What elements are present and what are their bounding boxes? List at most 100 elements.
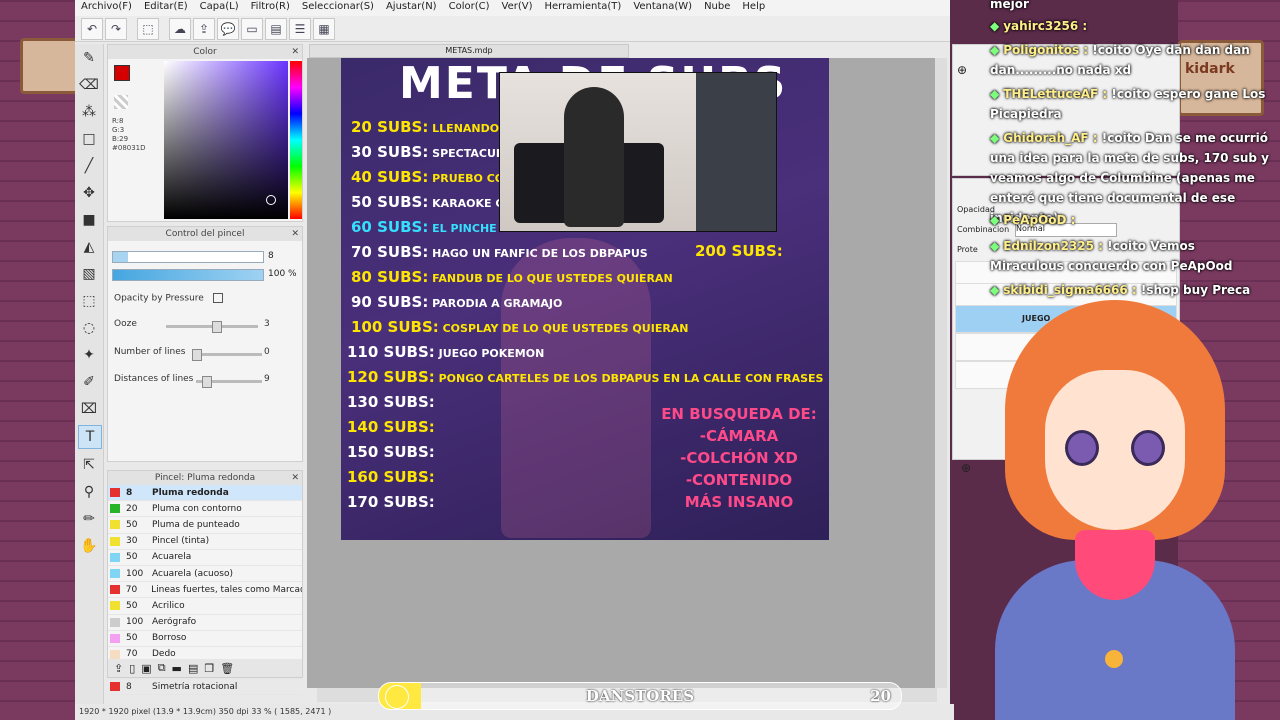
line-tool-icon[interactable]: ╱ (78, 155, 100, 177)
opacity-pressure-checkbox[interactable] (212, 293, 223, 303)
hue-slider[interactable] (290, 61, 302, 219)
menu-item-0[interactable]: Archivo(F) (75, 0, 138, 16)
canvas-area[interactable]: META DE SUBS 20 SUBS: LLENANDO30 SUBS: S… (307, 58, 937, 688)
menu-item-11[interactable]: Help (736, 0, 771, 16)
undo-icon[interactable]: ↶ (81, 17, 103, 40)
goal-key: 100 SUBS: (351, 318, 439, 336)
operation-tool-icon[interactable]: ⇱ (78, 454, 100, 476)
bucket-tool-icon[interactable]: ◭ (78, 236, 100, 258)
color-picker-handle[interactable] (266, 195, 276, 205)
brush-opacity-slider[interactable] (112, 269, 264, 281)
settings-icon[interactable]: ▤ (188, 662, 198, 675)
text-tool-icon[interactable]: T (78, 425, 102, 449)
goal-row: 30 SUBS: SPECTACULA (351, 143, 511, 161)
brush-row[interactable]: 70 Lineas fuertes, tales como Marcad (108, 582, 302, 599)
menu-item-6[interactable]: Color(C) (443, 0, 496, 16)
add-layer-icon[interactable]: ⊕ (961, 461, 971, 475)
dot-tool-icon[interactable]: ⁂ (78, 101, 100, 123)
search-line: -CÁMARA (699, 427, 779, 445)
eraser-tool-icon[interactable]: ⌫ (78, 74, 100, 96)
foreground-swatch[interactable] (114, 65, 130, 81)
lines-knob[interactable] (192, 349, 202, 361)
grid-icon[interactable]: ▦ (313, 17, 335, 40)
goal-text: HAGO UN FANFIC DE LOS DBPAPUS (428, 247, 648, 260)
brush-tool-icon[interactable]: ✏ (78, 508, 100, 530)
sub-goal-label: DANSTORES (585, 687, 695, 705)
list-icon[interactable]: ☰ (289, 17, 311, 40)
sub-goal-count: 20 (870, 687, 891, 705)
ooze-knob[interactable] (212, 321, 222, 333)
brush-row[interactable]: 50 Acrilico (108, 598, 302, 615)
transparent-swatch[interactable] (114, 95, 128, 109)
distances-knob[interactable] (202, 376, 212, 388)
cloud-icon[interactable]: ☁ (169, 17, 191, 40)
copy-brush-icon[interactable]: ⧉ (158, 661, 166, 675)
vtuber-button (1105, 650, 1123, 668)
select-eraser-icon[interactable]: ⌧ (78, 398, 100, 420)
vertical-scrollbar[interactable] (935, 58, 947, 688)
new-brush-icon[interactable]: ▯ (129, 662, 135, 675)
brush-row[interactable]: 50 Pluma de punteado (108, 517, 302, 534)
rect-tool-icon[interactable]: □ (78, 128, 100, 150)
brush-row[interactable]: 8 Simetría rotacional (108, 679, 302, 696)
add-brush-icon[interactable]: ▣ (141, 662, 151, 675)
close-icon[interactable]: ✕ (291, 227, 299, 241)
select-tool-icon[interactable]: ⬚ (78, 290, 100, 312)
cloud-brush-icon[interactable]: ⇪ (114, 662, 123, 675)
brush-size: 20 (126, 503, 138, 514)
artboard[interactable]: META DE SUBS 20 SUBS: LLENANDO30 SUBS: S… (341, 58, 829, 540)
eyedropper-icon[interactable]: ⚲ (78, 481, 100, 503)
menu-item-7[interactable]: Ver(V) (496, 0, 539, 16)
menu-item-3[interactable]: Filtro(R) (245, 0, 296, 16)
chat-badge-icon: ◆ (990, 131, 1000, 145)
menu-item-10[interactable]: Nube (698, 0, 736, 16)
brush-size-slider[interactable] (112, 251, 264, 263)
folder-icon[interactable]: ▬ (172, 662, 182, 675)
menu-item-2[interactable]: Capa(L) (194, 0, 245, 16)
menu-item-9[interactable]: Ventana(W) (627, 0, 698, 16)
magic-wand-icon[interactable]: ✦ (78, 344, 100, 366)
pen-tool-icon[interactable]: ✎ (78, 47, 100, 69)
deselect-icon[interactable]: ⬚ (137, 17, 159, 40)
brush-color-swatch (110, 520, 120, 530)
trash-icon[interactable]: 🗑 (220, 662, 234, 675)
streamer-figure (564, 87, 624, 227)
menu-item-8[interactable]: Herramienta(T) (538, 0, 627, 16)
brush-row[interactable]: 8 Pluma redonda (108, 485, 302, 502)
lines-slider[interactable] (192, 349, 262, 361)
menu-item-1[interactable]: Editar(E) (138, 0, 194, 16)
document-tab[interactable]: METAS.mdp (309, 44, 629, 58)
message-icon[interactable]: ▭ (241, 17, 263, 40)
comment-icon[interactable]: 💬 (217, 17, 239, 40)
brush-row[interactable]: 50 Borroso (108, 631, 302, 647)
tool-box: ✎ ⌫ ⁂ □ ╱ ✥ ■ ◭ ▧ ⬚ ◌ ✦ ✐ ⌧ T ⇱ ⚲ ✏ ✋ (75, 44, 104, 704)
duplicate-icon[interactable]: ❐ (204, 662, 214, 675)
select-pen-icon[interactable]: ✐ (78, 371, 100, 393)
hand-tool-icon[interactable]: ✋ (78, 535, 100, 557)
brush-row[interactable]: 100 Aerógrafo (108, 615, 302, 631)
menu-item-5[interactable]: Ajustar(N) (380, 0, 443, 16)
brush-name: Pluma de punteado (152, 519, 240, 530)
distances-value: 9 (264, 374, 270, 384)
share-icon[interactable]: ⇪ (193, 17, 215, 40)
opacity-pressure-label: Opacity by Pressure (114, 293, 204, 304)
fill-rect-icon[interactable]: ■ (78, 209, 100, 231)
brush-row[interactable]: 50 Acuarela (108, 550, 302, 566)
brush-row[interactable]: 100 Acuarela (acuoso) (108, 566, 302, 583)
gradient-tool-icon[interactable]: ▧ (78, 263, 100, 285)
brush-row[interactable]: 30 Pincel (tinta) (108, 534, 302, 550)
close-icon[interactable]: ✕ (291, 45, 299, 59)
close-icon[interactable]: ✕ (291, 471, 299, 485)
redo-icon[interactable]: ↷ (105, 17, 127, 40)
brush-name: Pincel (tinta) (152, 536, 210, 547)
lasso-tool-icon[interactable]: ◌ (78, 317, 100, 339)
brush-name: Borroso (152, 633, 187, 644)
goal-text: FANDUB DE LO QUE USTEDES QUIERAN (428, 272, 673, 285)
menu-item-4[interactable]: Seleccionar(S) (296, 0, 380, 16)
brush-row[interactable]: 20 Pluma con contorno (108, 501, 302, 518)
ooze-slider[interactable] (166, 321, 258, 333)
zoom-in-icon[interactable]: ⊕ (957, 63, 967, 77)
move-tool-icon[interactable]: ✥ (78, 182, 100, 204)
page-icon[interactable]: ▤ (265, 17, 287, 40)
distances-slider[interactable] (196, 376, 262, 388)
